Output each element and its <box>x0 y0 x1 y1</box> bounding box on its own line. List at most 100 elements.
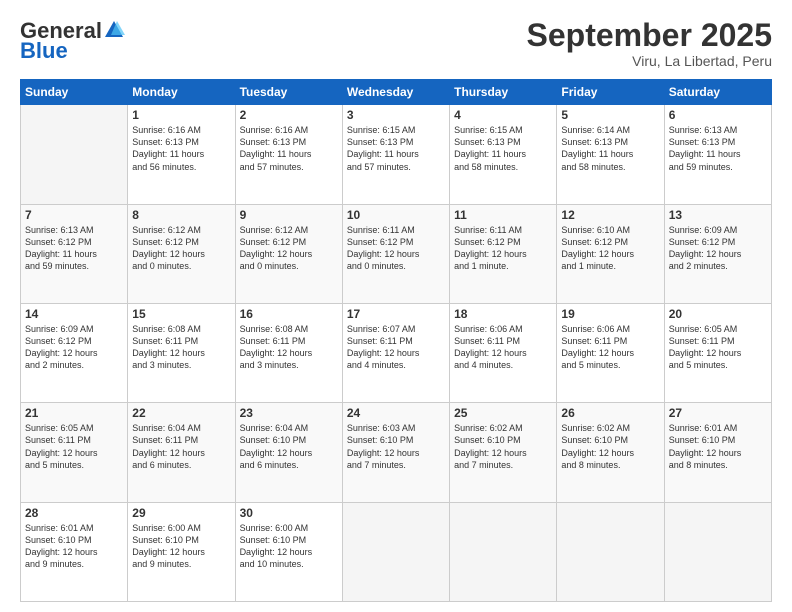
day-info: Sunrise: 6:01 AMSunset: 6:10 PMDaylight:… <box>669 422 767 471</box>
day-info: Sunrise: 6:07 AMSunset: 6:11 PMDaylight:… <box>347 323 445 372</box>
day-info: Sunrise: 6:03 AMSunset: 6:10 PMDaylight:… <box>347 422 445 471</box>
day-number: 20 <box>669 307 767 321</box>
day-number: 11 <box>454 208 552 222</box>
day-number: 2 <box>240 108 338 122</box>
day-info: Sunrise: 6:10 AMSunset: 6:12 PMDaylight:… <box>561 224 659 273</box>
calendar-cell: 5 Sunrise: 6:14 AMSunset: 6:13 PMDaylight… <box>557 105 664 204</box>
weekday-header-row: Sunday Monday Tuesday Wednesday Thursday… <box>21 80 772 105</box>
header-thursday: Thursday <box>450 80 557 105</box>
calendar-cell: 25 Sunrise: 6:02 AMSunset: 6:10 PMDayligh… <box>450 403 557 502</box>
day-info: Sunrise: 6:16 AMSunset: 6:13 PMDaylight:… <box>240 124 338 173</box>
day-info: Sunrise: 6:12 AMSunset: 6:12 PMDaylight:… <box>132 224 230 273</box>
header-tuesday: Tuesday <box>235 80 342 105</box>
calendar-cell: 11 Sunrise: 6:11 AMSunset: 6:12 PMDayligh… <box>450 204 557 303</box>
calendar-cell: 22Sunrise: 6:04 AMSunset: 6:11 PMDayligh… <box>128 403 235 502</box>
header-monday: Monday <box>128 80 235 105</box>
day-info: Sunrise: 6:06 AMSunset: 6:11 PMDaylight:… <box>454 323 552 372</box>
calendar-cell: 28 Sunrise: 6:01 AMSunset: 6:10 PMDayligh… <box>21 502 128 601</box>
day-number: 28 <box>25 506 123 520</box>
day-info: Sunrise: 6:11 AMSunset: 6:12 PMDaylight:… <box>454 224 552 273</box>
header-saturday: Saturday <box>664 80 771 105</box>
calendar-cell: 21 Sunrise: 6:05 AMSunset: 6:11 PMDayligh… <box>21 403 128 502</box>
day-number: 5 <box>561 108 659 122</box>
day-number: 29 <box>132 506 230 520</box>
day-info: Sunrise: 6:08 AMSunset: 6:11 PMDaylight:… <box>240 323 338 372</box>
header: General Blue September 2025 Viru, La Lib… <box>20 18 772 69</box>
day-number: 21 <box>25 406 123 420</box>
header-friday: Friday <box>557 80 664 105</box>
day-number: 15 <box>132 307 230 321</box>
day-info: Sunrise: 6:00 AMSunset: 6:10 PMDaylight:… <box>240 522 338 571</box>
calendar-cell: 7Sunrise: 6:13 AMSunset: 6:12 PMDaylight… <box>21 204 128 303</box>
calendar-cell: 6Sunrise: 6:13 AMSunset: 6:13 PMDaylight… <box>664 105 771 204</box>
day-info: Sunrise: 6:01 AMSunset: 6:10 PMDaylight:… <box>25 522 123 571</box>
calendar-table: Sunday Monday Tuesday Wednesday Thursday… <box>20 79 772 602</box>
day-info: Sunrise: 6:08 AMSunset: 6:11 PMDaylight:… <box>132 323 230 372</box>
calendar-cell: 19 Sunrise: 6:06 AMSunset: 6:11 PMDayligh… <box>557 303 664 402</box>
day-info: Sunrise: 6:16 AMSunset: 6:13 PMDaylight:… <box>132 124 230 173</box>
logo: General Blue <box>20 18 125 64</box>
calendar-cell: 14Sunrise: 6:09 AMSunset: 6:12 PMDayligh… <box>21 303 128 402</box>
day-info: Sunrise: 6:05 AMSunset: 6:11 PMDaylight:… <box>25 422 123 471</box>
calendar-cell: 23 Sunrise: 6:04 AMSunset: 6:10 PMDayligh… <box>235 403 342 502</box>
day-number: 27 <box>669 406 767 420</box>
day-number: 7 <box>25 208 123 222</box>
calendar-cell: 8 Sunrise: 6:12 AMSunset: 6:12 PMDaylight… <box>128 204 235 303</box>
day-info: Sunrise: 6:05 AMSunset: 6:11 PMDaylight:… <box>669 323 767 372</box>
day-number: 25 <box>454 406 552 420</box>
calendar-cell: 12 Sunrise: 6:10 AMSunset: 6:12 PMDayligh… <box>557 204 664 303</box>
day-number: 24 <box>347 406 445 420</box>
calendar-cell: 24 Sunrise: 6:03 AMSunset: 6:10 PMDayligh… <box>342 403 449 502</box>
day-info: Sunrise: 6:02 AMSunset: 6:10 PMDaylight:… <box>561 422 659 471</box>
day-number: 19 <box>561 307 659 321</box>
day-number: 4 <box>454 108 552 122</box>
day-number: 26 <box>561 406 659 420</box>
header-sunday: Sunday <box>21 80 128 105</box>
day-number: 18 <box>454 307 552 321</box>
day-info: Sunrise: 6:04 AMSunset: 6:10 PMDaylight:… <box>240 422 338 471</box>
day-info: Sunrise: 6:02 AMSunset: 6:10 PMDaylight:… <box>454 422 552 471</box>
calendar-cell: 1 Sunrise: 6:16 AMSunset: 6:13 PMDaylight… <box>128 105 235 204</box>
calendar-cell <box>450 502 557 601</box>
calendar-cell: 10 Sunrise: 6:11 AMSunset: 6:12 PMDayligh… <box>342 204 449 303</box>
day-info: Sunrise: 6:15 AMSunset: 6:13 PMDaylight:… <box>454 124 552 173</box>
day-number: 23 <box>240 406 338 420</box>
day-info: Sunrise: 6:15 AMSunset: 6:13 PMDaylight:… <box>347 124 445 173</box>
day-info: Sunrise: 6:09 AMSunset: 6:12 PMDaylight:… <box>669 224 767 273</box>
logo-blue: Blue <box>20 38 68 64</box>
calendar-cell: 20 Sunrise: 6:05 AMSunset: 6:11 PMDayligh… <box>664 303 771 402</box>
day-info: Sunrise: 6:06 AMSunset: 6:11 PMDaylight:… <box>561 323 659 372</box>
month-title: September 2025 <box>527 18 772 53</box>
location: Viru, La Libertad, Peru <box>527 53 772 69</box>
calendar-cell: 9 Sunrise: 6:12 AMSunset: 6:12 PMDaylight… <box>235 204 342 303</box>
calendar-cell: 13 Sunrise: 6:09 AMSunset: 6:12 PMDayligh… <box>664 204 771 303</box>
day-number: 17 <box>347 307 445 321</box>
calendar-cell <box>664 502 771 601</box>
day-info: Sunrise: 6:00 AMSunset: 6:10 PMDaylight:… <box>132 522 230 571</box>
header-wednesday: Wednesday <box>342 80 449 105</box>
day-number: 1 <box>132 108 230 122</box>
page: General Blue September 2025 Viru, La Lib… <box>0 0 792 612</box>
calendar-cell <box>557 502 664 601</box>
calendar-cell: 30Sunrise: 6:00 AMSunset: 6:10 PMDayligh… <box>235 502 342 601</box>
day-number: 9 <box>240 208 338 222</box>
calendar-cell: 26 Sunrise: 6:02 AMSunset: 6:10 PMDayligh… <box>557 403 664 502</box>
day-number: 22 <box>132 406 230 420</box>
calendar-cell <box>21 105 128 204</box>
day-info: Sunrise: 6:11 AMSunset: 6:12 PMDaylight:… <box>347 224 445 273</box>
day-info: Sunrise: 6:14 AMSunset: 6:13 PMDaylight:… <box>561 124 659 173</box>
calendar-cell <box>342 502 449 601</box>
day-number: 10 <box>347 208 445 222</box>
day-info: Sunrise: 6:12 AMSunset: 6:12 PMDaylight:… <box>240 224 338 273</box>
calendar-cell: 17 Sunrise: 6:07 AMSunset: 6:11 PMDayligh… <box>342 303 449 402</box>
day-number: 13 <box>669 208 767 222</box>
day-number: 12 <box>561 208 659 222</box>
day-number: 8 <box>132 208 230 222</box>
calendar-cell: 27 Sunrise: 6:01 AMSunset: 6:10 PMDayligh… <box>664 403 771 502</box>
calendar-cell: 2 Sunrise: 6:16 AMSunset: 6:13 PMDaylight… <box>235 105 342 204</box>
calendar-cell: 16Sunrise: 6:08 AMSunset: 6:11 PMDayligh… <box>235 303 342 402</box>
day-info: Sunrise: 6:13 AMSunset: 6:13 PMDaylight:… <box>669 124 767 173</box>
calendar-cell: 3Sunrise: 6:15 AMSunset: 6:13 PMDaylight… <box>342 105 449 204</box>
title-section: September 2025 Viru, La Libertad, Peru <box>527 18 772 69</box>
calendar-cell: 4 Sunrise: 6:15 AMSunset: 6:13 PMDaylight… <box>450 105 557 204</box>
